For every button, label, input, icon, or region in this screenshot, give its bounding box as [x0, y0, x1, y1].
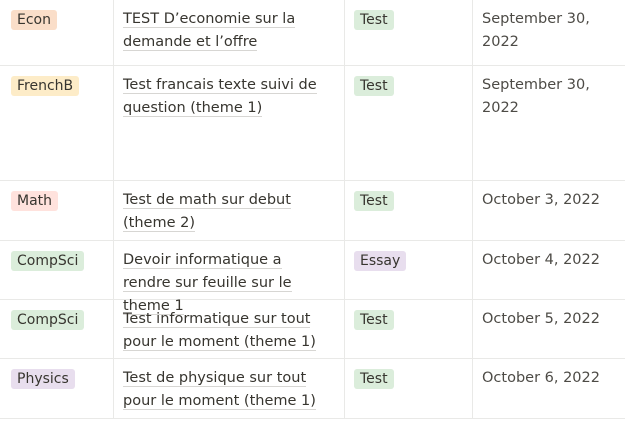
course-tag: CompSci: [11, 251, 85, 271]
due-date: September 30, 2022: [482, 11, 590, 50]
due-date: September 30, 2022: [482, 77, 590, 116]
date-cell[interactable]: October 3, 2022: [473, 181, 625, 240]
course-tag: CompSci: [11, 310, 85, 330]
type-cell[interactable]: Test: [345, 359, 473, 418]
assignment-title[interactable]: Test francais texte suivi de question (t…: [123, 74, 333, 120]
course-cell[interactable]: CompSci: [0, 300, 114, 358]
type-tag: Test: [354, 191, 394, 211]
due-date: October 3, 2022: [482, 192, 600, 208]
course-cell[interactable]: Physics: [0, 359, 114, 418]
date-cell[interactable]: October 5, 2022: [473, 300, 625, 358]
assignments-table: Econ TEST D’economie sur la demande et l…: [0, 0, 625, 429]
course-tag: FrenchB: [11, 76, 80, 96]
title-cell[interactable]: Devoir informatique a rendre sur feuille…: [114, 241, 345, 315]
date-cell[interactable]: October 4, 2022: [473, 241, 625, 299]
table-row[interactable]: FrenchB Test francais texte suivi de que…: [0, 66, 625, 181]
title-cell[interactable]: Test francais texte suivi de question (t…: [114, 66, 345, 180]
assignment-title[interactable]: Test informatique sur tout pour le momen…: [123, 308, 333, 354]
type-cell[interactable]: Test: [345, 300, 473, 358]
type-tag: Test: [354, 310, 394, 330]
type-tag: Essay: [354, 251, 407, 271]
table-row[interactable]: Physics Test de physique sur tout pour l…: [0, 359, 625, 419]
title-cell[interactable]: Test de math sur debut (theme 2): [114, 181, 345, 240]
table-row[interactable]: CompSci Test informatique sur tout pour …: [0, 300, 625, 359]
assignment-title[interactable]: Test de math sur debut (theme 2): [123, 189, 333, 235]
course-cell[interactable]: FrenchB: [0, 66, 114, 180]
type-tag: Test: [354, 10, 394, 30]
due-date: October 4, 2022: [482, 252, 600, 268]
assignment-title[interactable]: TEST D’economie sur la demande et l’offr…: [123, 8, 333, 54]
type-tag: Test: [354, 369, 394, 389]
course-cell[interactable]: CompSci: [0, 241, 114, 299]
assignment-title[interactable]: Test de physique sur tout pour le moment…: [123, 367, 333, 413]
type-cell[interactable]: Test: [345, 181, 473, 240]
title-cell[interactable]: Test informatique sur tout pour le momen…: [114, 300, 345, 358]
course-cell[interactable]: Math: [0, 181, 114, 240]
date-cell[interactable]: September 30, 2022: [473, 0, 625, 65]
type-cell[interactable]: Essay: [345, 241, 473, 299]
table-row[interactable]: Math Test de math sur debut (theme 2) Te…: [0, 181, 625, 241]
title-cell[interactable]: Test de physique sur tout pour le moment…: [114, 359, 345, 418]
course-tag: Econ: [11, 10, 57, 30]
due-date: October 6, 2022: [482, 370, 600, 386]
due-date: October 5, 2022: [482, 311, 600, 327]
type-cell[interactable]: Test: [345, 0, 473, 65]
type-cell[interactable]: Test: [345, 66, 473, 180]
type-tag: Test: [354, 76, 394, 96]
course-cell[interactable]: Econ: [0, 0, 114, 65]
table-row[interactable]: Econ TEST D’economie sur la demande et l…: [0, 0, 625, 66]
date-cell[interactable]: September 30, 2022: [473, 66, 625, 180]
date-cell[interactable]: October 6, 2022: [473, 359, 625, 418]
course-tag: Physics: [11, 369, 75, 389]
title-cell[interactable]: TEST D’economie sur la demande et l’offr…: [114, 0, 345, 65]
course-tag: Math: [11, 191, 59, 211]
table-row[interactable]: CompSci Devoir informatique a rendre sur…: [0, 241, 625, 315]
